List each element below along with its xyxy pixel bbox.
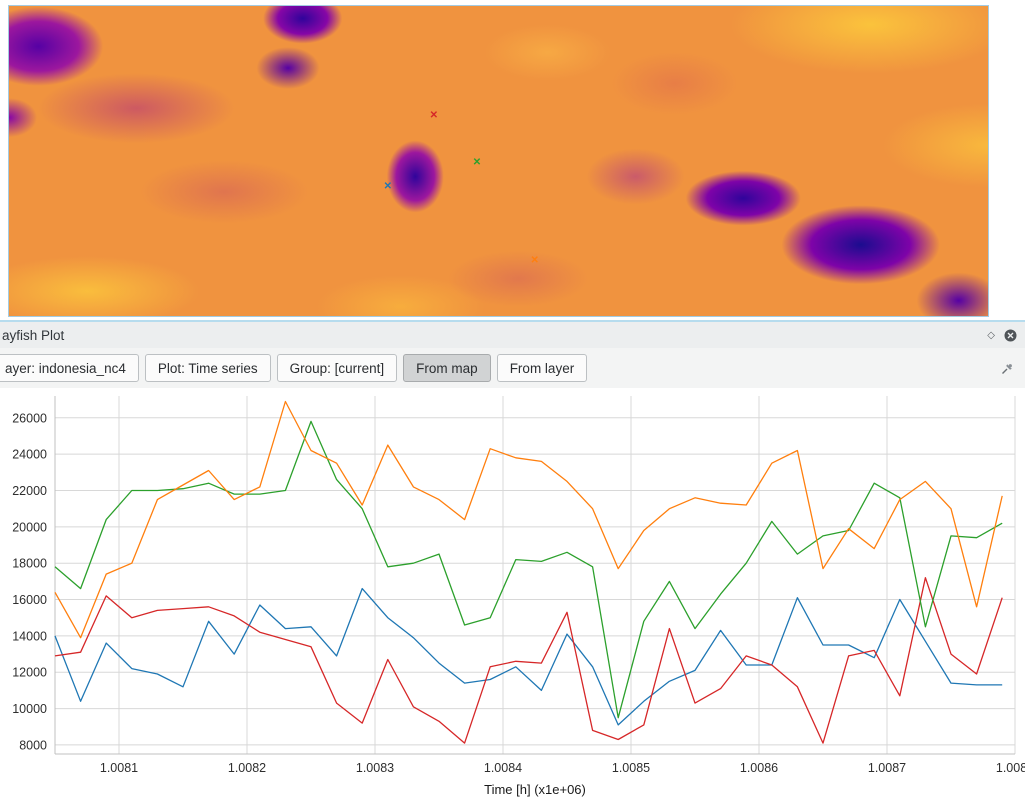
application-window: ✕ ✕ ✕ ✕ ayfish Plot ◇ ayer: indonesia_nc4 P… [0, 0, 1025, 800]
x-tick-label: 1.0087 [868, 761, 906, 775]
x-tick-label: 1.0088 [996, 761, 1025, 775]
crayfish-plot-panel-header: ayfish Plot ◇ [0, 322, 1025, 348]
marker-blue: ✕ [384, 182, 392, 192]
y-tick-label: 8000 [19, 738, 47, 752]
panel-title: ayfish Plot [2, 328, 64, 343]
time-series-chart[interactable]: 8000 10000 12000 14000 16000 18000 20000 22000 2… [0, 388, 1025, 800]
series-line-blue [55, 589, 1002, 725]
x-tick-label: 1.0084 [484, 761, 522, 775]
pin-icon[interactable] [998, 359, 1017, 378]
x-axis-label: Time [h] (x1e+06) [55, 782, 1015, 797]
x-tick-label: 1.0083 [356, 761, 394, 775]
map-area: ✕ ✕ ✕ ✕ [0, 0, 1025, 322]
plot-canvas[interactable]: 8000 10000 12000 14000 16000 18000 20000 22000 2… [0, 388, 1025, 800]
from-map-button[interactable]: From map [403, 354, 491, 382]
y-tick-label: 16000 [12, 593, 47, 607]
plot-toolbar: ayer: indonesia_nc4 Plot: Time series Gr… [0, 348, 1025, 388]
y-tick-label: 10000 [12, 702, 47, 716]
x-tick-label: 1.0086 [740, 761, 778, 775]
y-tick-label: 12000 [12, 666, 47, 680]
y-tick-label: 26000 [12, 411, 47, 425]
y-tick-label: 20000 [12, 520, 47, 534]
y-tick-label: 22000 [12, 484, 47, 498]
close-icon[interactable] [1004, 329, 1017, 342]
from-layer-button[interactable]: From layer [497, 354, 588, 382]
group-selector-button[interactable]: Group: [current] [277, 354, 398, 382]
y-tick-label: 18000 [12, 557, 47, 571]
marker-red: ✕ [430, 111, 438, 121]
panel-header-icons: ◇ [987, 329, 1017, 342]
x-tick-label: 1.0085 [612, 761, 650, 775]
y-tick-label: 14000 [12, 629, 47, 643]
marker-green: ✕ [473, 158, 481, 168]
series-line-green [55, 421, 1002, 717]
y-tick-label: 24000 [12, 448, 47, 462]
series-line-red [55, 578, 1002, 743]
marker-orange: ✕ [531, 256, 539, 266]
x-tick-label: 1.0081 [100, 761, 138, 775]
layer-selector-button[interactable]: ayer: indonesia_nc4 [0, 354, 139, 382]
float-panel-icon[interactable]: ◇ [987, 330, 995, 341]
series-line-orange [55, 402, 1002, 638]
plot-type-button[interactable]: Plot: Time series [145, 354, 271, 382]
x-tick-label: 1.0082 [228, 761, 266, 775]
map-canvas[interactable]: ✕ ✕ ✕ ✕ [8, 5, 989, 317]
